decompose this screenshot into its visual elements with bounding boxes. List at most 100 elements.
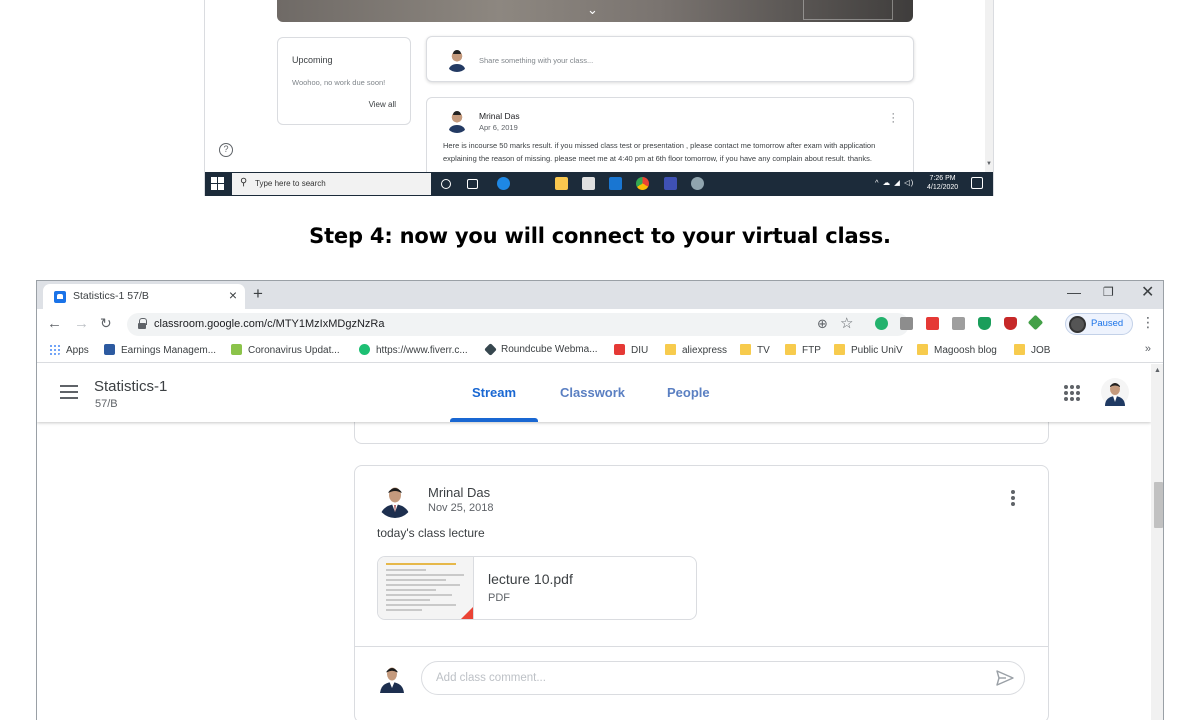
bookmark-folder[interactable]: Public UniV (834, 344, 903, 356)
tab-classwork[interactable]: Classwork (560, 385, 625, 400)
new-tab-icon[interactable]: + (253, 284, 263, 304)
folder-icon (1014, 344, 1025, 355)
upcoming-text: Woohoo, no work due soon! (292, 78, 386, 87)
restore-icon[interactable]: ❐ (1103, 285, 1114, 299)
chrome-menu-icon[interactable]: ⋮ (1141, 314, 1155, 331)
folder-icon (834, 344, 845, 355)
attachment-type: PDF (488, 592, 510, 604)
cortana-icon[interactable] (441, 179, 451, 189)
bookmark-item[interactable]: DIU (614, 344, 648, 356)
bookmark-label: JOB (1031, 345, 1051, 356)
back-icon[interactable]: ← (47, 315, 62, 332)
profile-button[interactable]: Paused (1065, 313, 1133, 335)
taskbar-clock[interactable]: 7:26 PM 4/12/2020 (927, 174, 958, 192)
account-avatar[interactable] (1101, 378, 1129, 406)
bookmark-folder[interactable]: FTP (785, 344, 821, 356)
previous-step-screenshot: ⌄ Upcoming Woohoo, no work due soon! Vie… (204, 0, 994, 196)
edge-icon[interactable] (497, 177, 510, 190)
minimize-icon[interactable]: — (1067, 284, 1081, 300)
bookmark-item[interactable]: Apps (49, 344, 89, 356)
tab-strip: Statistics-1 57/B × + — ❐ ✕ (37, 281, 1163, 309)
close-window-icon[interactable]: ✕ (1141, 282, 1154, 302)
post-text: today's class lecture (377, 526, 485, 540)
step-caption: Step 4: now you will connect to your vir… (309, 224, 891, 248)
more-vert-icon[interactable]: · · · (891, 109, 895, 128)
chrome-icon[interactable] (636, 177, 649, 190)
bookmark-folder[interactable]: JOB (1014, 344, 1050, 356)
mail-icon[interactable] (609, 177, 622, 190)
bookmark-folder[interactable]: TV (740, 344, 770, 356)
divider (355, 646, 1048, 647)
tab-stream[interactable]: Stream (472, 385, 516, 400)
extension-icon[interactable] (926, 317, 939, 330)
google-apps-icon[interactable] (1064, 385, 1080, 401)
more-bookmarks-icon[interactable]: » (1145, 343, 1151, 355)
windows-start-icon[interactable] (211, 177, 224, 190)
banner-illustration (803, 0, 893, 20)
pdf-icon (459, 607, 473, 619)
bookmark-label: Earnings Managem... (121, 345, 217, 356)
file-explorer-icon[interactable] (555, 177, 568, 190)
bookmark-favicon-icon (484, 343, 497, 356)
share-box[interactable]: Share something with your class... (426, 36, 914, 82)
app-icon[interactable] (664, 177, 677, 190)
scrollbar[interactable]: ▲ (1151, 364, 1163, 720)
shield-icon[interactable] (978, 317, 991, 330)
class-banner: ⌄ (277, 0, 913, 22)
tab-people[interactable]: People (667, 385, 710, 400)
classroom-page: Statistics-1 57/B Stream Classwork Peopl… (37, 364, 1163, 720)
task-view-icon[interactable] (467, 179, 478, 189)
post-author[interactable]: Mrinal Das (428, 485, 490, 500)
scroll-up-arrow-icon[interactable]: ▲ (1154, 367, 1161, 374)
bookmark-label: Magoosh blog (934, 345, 997, 356)
browser-tab[interactable]: Statistics-1 57/B × (43, 284, 245, 309)
reload-icon[interactable]: ↻ (100, 315, 112, 332)
store-icon[interactable] (582, 177, 595, 190)
address-bar[interactable]: classroom.google.com/c/MTY1MzIxMDgzNzRa … (127, 313, 909, 336)
scrollbar[interactable]: ▼ (985, 0, 993, 172)
bookmark-label: aliexpress (682, 345, 728, 356)
extension-icon[interactable] (1027, 314, 1044, 331)
chrome-window: Statistics-1 57/B × + — ❐ ✕ ← → ↻ classr… (36, 280, 1164, 720)
taskbar-search[interactable]: ⚲ Type here to search (232, 173, 431, 195)
system-tray-icons[interactable]: ^ ☁ ◢ ◁) (875, 178, 914, 187)
bookmark-item[interactable]: https://www.fiverr.c... (359, 344, 468, 356)
pdf-thumbnail (378, 557, 474, 619)
comment-placeholder: Add class comment... (436, 672, 546, 684)
announcement-card: Mrinal Das Nov 25, 2018 today's class le… (354, 465, 1049, 720)
app-icon[interactable] (691, 177, 704, 190)
scroll-down-arrow-icon[interactable]: ▼ (986, 161, 992, 167)
class-comment-input[interactable]: Add class comment... (421, 661, 1025, 695)
extension-icon[interactable] (1004, 317, 1017, 330)
windows-taskbar: ⚲ Type here to search ^ ☁ ◢ ◁) 7:26 PM 4… (205, 172, 993, 196)
zoom-icon[interactable]: ⊕ (817, 316, 828, 332)
class-title[interactable]: Statistics-1 (94, 378, 167, 395)
bookmark-item[interactable]: Roundcube Webma... (484, 343, 598, 356)
apps-grid-icon (49, 344, 60, 355)
chevron-down-icon[interactable]: ⌄ (587, 2, 598, 18)
extension-icon[interactable] (900, 317, 913, 330)
bookmark-item[interactable]: Coronavirus Updat... (231, 344, 340, 356)
pdf-attachment[interactable]: lecture 10.pdf PDF (377, 556, 697, 620)
download-extension-icon[interactable] (952, 317, 965, 330)
taskbar-search-placeholder: Type here to search (255, 179, 326, 188)
bookmark-star-icon[interactable]: ☆ (840, 314, 853, 332)
notifications-icon[interactable] (971, 177, 983, 189)
scrollbar-thumb[interactable] (1154, 482, 1163, 528)
forward-icon[interactable]: → (74, 315, 89, 332)
menu-icon[interactable] (60, 385, 78, 399)
bookmark-item[interactable]: Earnings Managem... (104, 344, 216, 356)
close-tab-icon[interactable]: × (229, 287, 237, 303)
view-all-link[interactable]: View all (369, 100, 396, 109)
more-vert-icon[interactable] (1011, 490, 1015, 506)
help-icon[interactable]: ? (219, 143, 233, 157)
bookmark-folder[interactable]: aliexpress (665, 344, 727, 356)
bookmark-folder[interactable]: Magoosh blog (917, 344, 997, 356)
lock-icon[interactable] (138, 318, 147, 329)
user-avatar (377, 663, 407, 693)
bookmarks-bar: Apps Earnings Managem... Coronavirus Upd… (37, 339, 1163, 363)
classroom-header: Statistics-1 57/B Stream Classwork Peopl… (37, 364, 1151, 422)
avatar (445, 48, 469, 72)
extension-icon[interactable] (875, 317, 888, 330)
send-icon[interactable] (996, 670, 1014, 686)
